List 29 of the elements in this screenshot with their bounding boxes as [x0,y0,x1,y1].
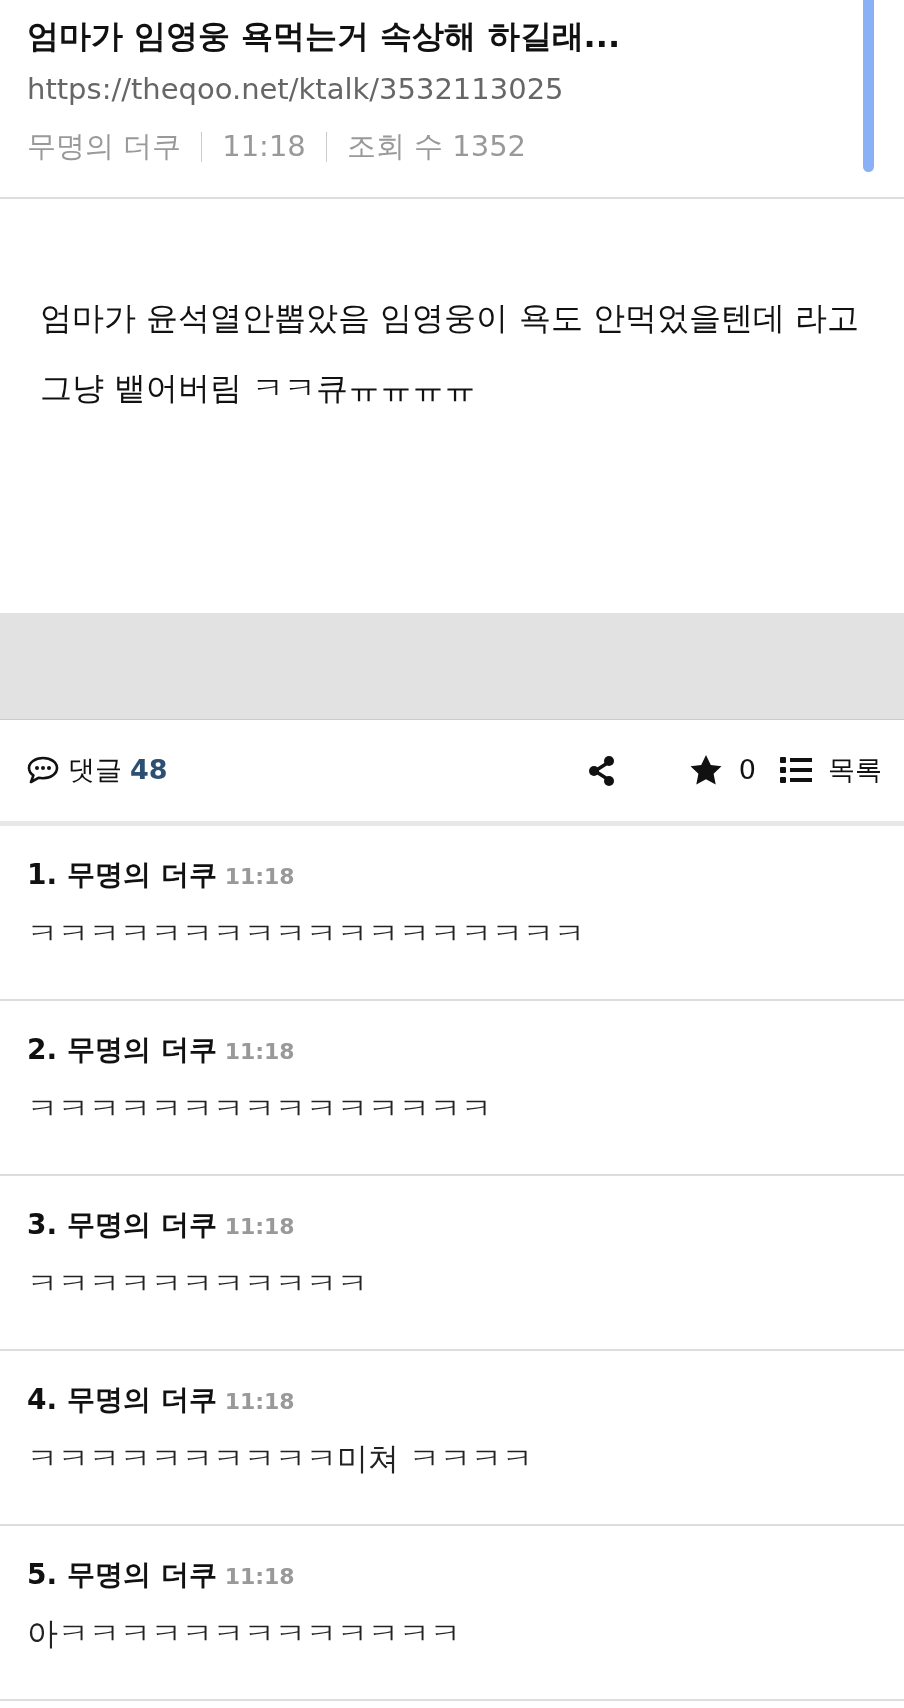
post-author: 무명의 더쿠 [27,128,182,166]
list-icon [780,757,812,784]
comment-icon [26,755,60,786]
comment-time: 11:18 [224,1212,295,1241]
comment-time: 11:18 [224,1037,295,1066]
post-url[interactable]: https://theqoo.net/ktalk/3532113025 [27,67,844,112]
comments-button[interactable]: 댓글 48 [26,749,168,791]
share-icon [586,755,617,788]
post-title: 엄마가 임영웅 욕먹는거 속상해 하길래... [27,16,622,57]
comment-time: 11:18 [224,862,295,891]
comment-time: 11:18 [224,1387,295,1416]
comment-time: 11:18 [224,1562,295,1591]
comment-text: ㅋㅋㅋㅋㅋㅋㅋㅋㅋㅋㅋ [27,1263,369,1303]
comment-text: ㅋㅋㅋㅋㅋㅋㅋㅋㅋㅋ미쳐 ㅋㅋㅋㅋ [27,1438,534,1478]
comment-text: ㅋㅋㅋㅋㅋㅋㅋㅋㅋㅋㅋㅋㅋㅋㅋ [27,1088,493,1128]
list-button[interactable]: 목록 [780,749,882,791]
star-button[interactable]: 0 [688,749,756,791]
comment-author: 4. 무명의 더쿠 [27,1381,217,1418]
comment-author: 5. 무명의 더쿠 [27,1556,217,1593]
post-time: 11:18 [222,128,306,166]
scrollbar[interactable] [863,0,874,172]
comment-author: 2. 무명의 더쿠 [27,1031,217,1068]
comment-author: 3. 무명의 더쿠 [27,1206,217,1243]
comment-text: ㅋㅋㅋㅋㅋㅋㅋㅋㅋㅋㅋㅋㅋㅋㅋㅋㅋㅋ [27,913,586,953]
post-body: 엄마가 윤석열안뽑았음 임영웅이 욕도 안먹었을텐데 라고 그냥 뱉어버림 ㅋㅋ큐ㅠㅠㅠㅠ [40,297,860,409]
comment-text: 아ㅋㅋㅋㅋㅋㅋㅋㅋㅋㅋㅋㅋㅋ [27,1613,462,1653]
comment-author: 1. 무명의 더쿠 [27,856,217,893]
view-count: 조회 수 1352 [346,128,527,166]
star-icon [688,754,723,787]
